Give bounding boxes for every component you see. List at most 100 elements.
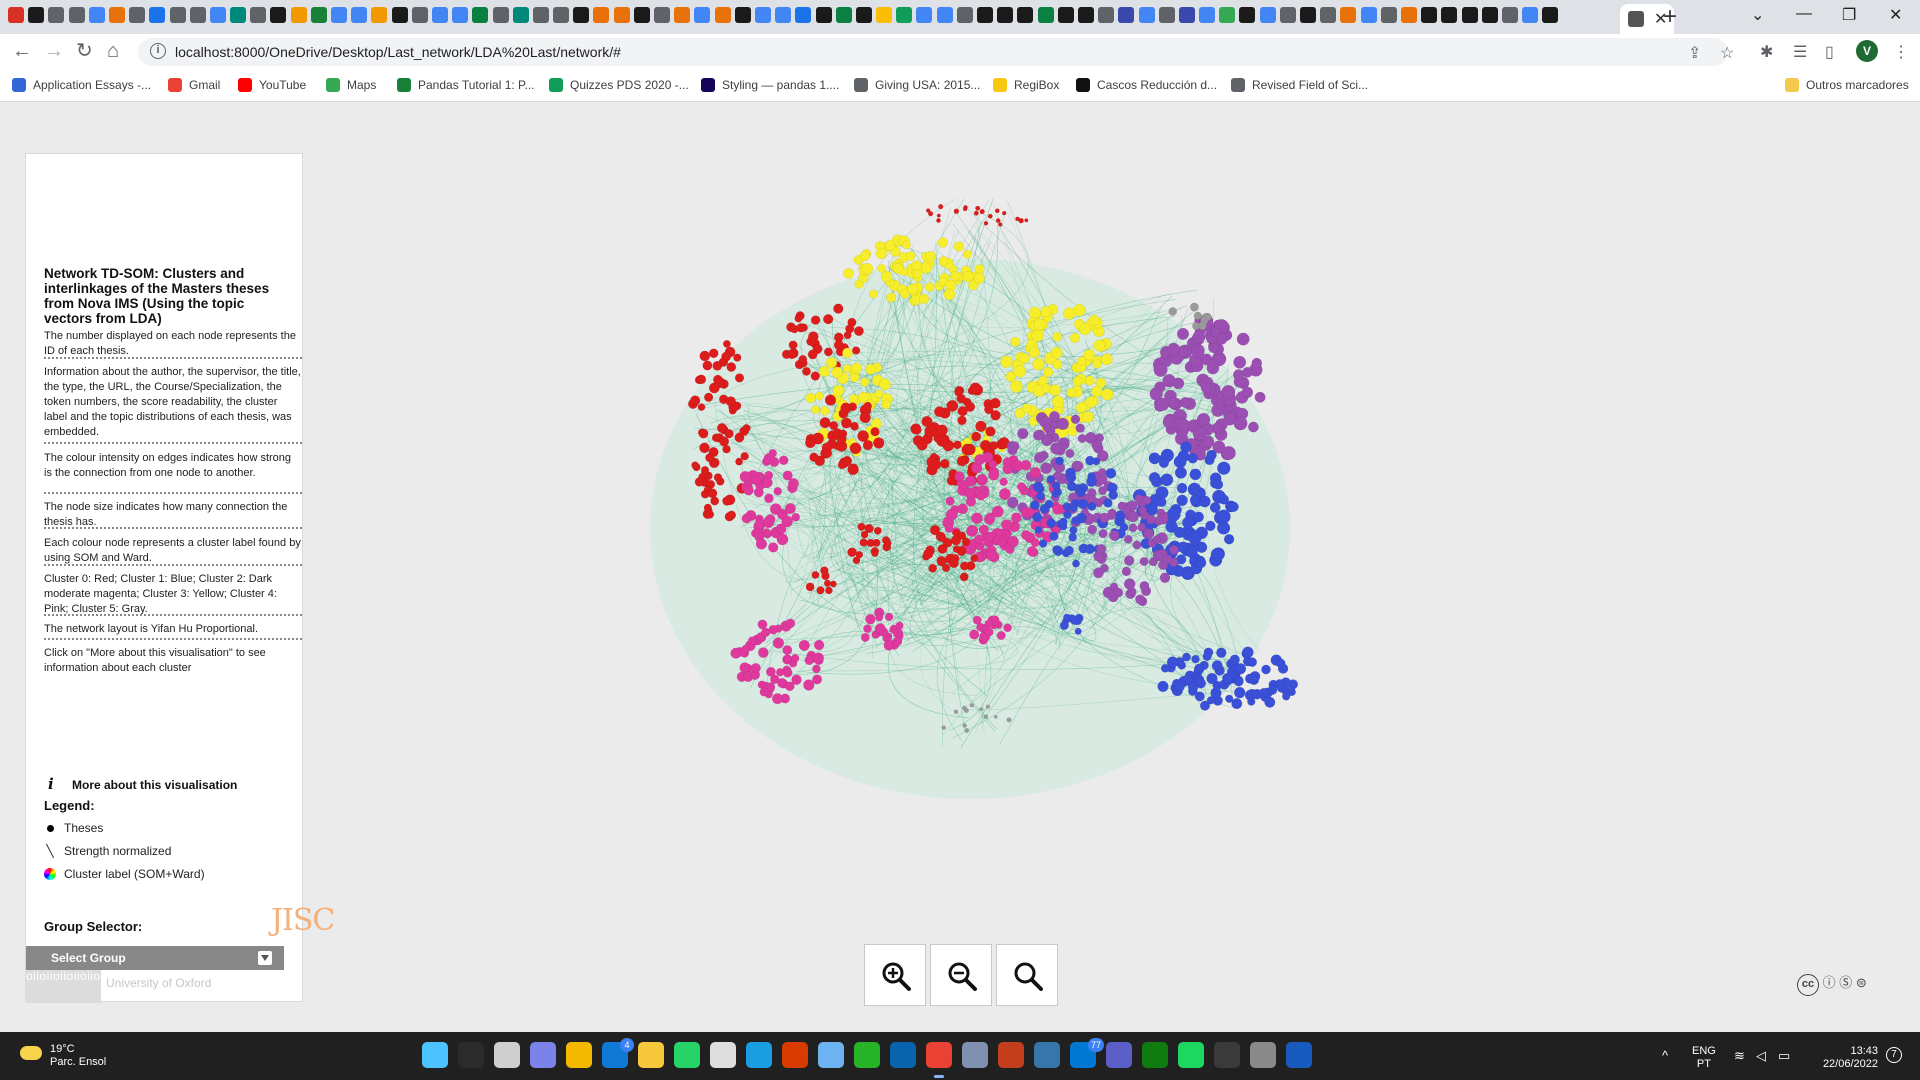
thesis-node[interactable]: [1242, 366, 1253, 378]
thesis-node[interactable]: [843, 268, 854, 279]
thesis-node[interactable]: [1200, 353, 1213, 366]
thesis-node[interactable]: [1182, 568, 1193, 579]
thesis-node[interactable]: [823, 347, 833, 357]
thesis-node[interactable]: [978, 524, 989, 535]
thesis-node[interactable]: [1092, 359, 1102, 369]
tab-favicon-icon[interactable]: [48, 7, 65, 23]
thesis-node[interactable]: [943, 288, 956, 301]
thesis-node[interactable]: [1046, 475, 1055, 484]
thesis-node[interactable]: [1175, 681, 1185, 692]
r-lang-icon[interactable]: [962, 1042, 988, 1068]
thesis-node[interactable]: [691, 461, 699, 470]
thesis-node[interactable]: [1229, 654, 1240, 665]
thesis-node[interactable]: [1209, 502, 1221, 513]
bookmark-pandas-tutorial[interactable]: Pandas Tutorial 1: P...: [397, 78, 535, 92]
tab-favicon-icon[interactable]: [1441, 7, 1458, 23]
thesis-node[interactable]: [741, 644, 751, 654]
tab-favicon-icon[interactable]: [512, 7, 529, 23]
tab-favicon-icon[interactable]: [1400, 7, 1417, 23]
thesis-node[interactable]: [1013, 365, 1026, 378]
thesis-node[interactable]: [819, 417, 831, 429]
thesis-node[interactable]: [1124, 578, 1136, 590]
tab-favicon-icon[interactable]: [1461, 7, 1478, 23]
thesis-node[interactable]: [1174, 466, 1187, 479]
thesis-node[interactable]: [1177, 660, 1187, 670]
home-icon[interactable]: ⌂: [107, 41, 119, 61]
thesis-node[interactable]: [883, 640, 894, 651]
thesis-node[interactable]: [1028, 346, 1040, 359]
thesis-node[interactable]: [953, 709, 959, 714]
tab-favicon-icon[interactable]: [149, 7, 166, 23]
thesis-node[interactable]: [1128, 523, 1138, 533]
gephi-icon[interactable]: [1250, 1042, 1276, 1068]
thesis-node[interactable]: [1063, 510, 1072, 519]
thesis-node[interactable]: [925, 282, 935, 292]
thesis-node[interactable]: [984, 627, 994, 637]
thesis-node[interactable]: [875, 613, 884, 622]
thesis-node[interactable]: [1160, 473, 1174, 487]
thesis-node[interactable]: [1033, 430, 1044, 441]
tray-overflow-icon[interactable]: ^: [1662, 1048, 1668, 1063]
bookmark-quizzes[interactable]: Quizzes PDS 2020 -...: [549, 78, 689, 92]
thesis-node[interactable]: [1138, 506, 1148, 516]
thesis-node[interactable]: [840, 417, 852, 429]
thesis-node[interactable]: [1084, 543, 1095, 555]
thesis-node[interactable]: [1200, 700, 1211, 711]
tab-favicon-icon[interactable]: [169, 7, 186, 23]
thesis-node[interactable]: [1069, 332, 1081, 344]
thesis-node[interactable]: [1109, 582, 1119, 592]
thesis-node[interactable]: [1248, 421, 1259, 433]
thesis-node[interactable]: [755, 538, 768, 550]
thesis-node[interactable]: [1032, 481, 1044, 493]
thesis-node[interactable]: [790, 654, 800, 663]
tab-favicon-icon[interactable]: [795, 7, 812, 23]
thesis-node[interactable]: [1157, 680, 1169, 693]
tab-favicon-icon[interactable]: [1259, 7, 1276, 23]
reload-icon[interactable]: ↻: [76, 41, 93, 61]
powerpoint-icon[interactable]: [998, 1042, 1024, 1068]
thesis-node[interactable]: [1152, 535, 1162, 544]
thesis-node[interactable]: [863, 624, 872, 634]
thesis-node[interactable]: [838, 429, 848, 438]
thesis-node[interactable]: [790, 324, 799, 334]
thesis-node[interactable]: [1202, 652, 1212, 662]
thesis-node[interactable]: [1177, 541, 1189, 553]
thesis-node[interactable]: [1091, 439, 1103, 451]
thesis-node[interactable]: [1274, 679, 1286, 690]
thesis-node[interactable]: [697, 403, 706, 411]
thesis-node[interactable]: [809, 452, 819, 462]
thesis-node[interactable]: [798, 354, 808, 364]
thesis-node[interactable]: [956, 455, 968, 467]
tab-favicon-icon[interactable]: [573, 7, 590, 23]
windows-start-icon[interactable]: [422, 1042, 448, 1068]
thesis-node[interactable]: [970, 554, 979, 563]
thesis-node[interactable]: [1063, 613, 1071, 622]
thesis-node[interactable]: [1211, 660, 1223, 672]
tab-favicon-icon[interactable]: [209, 7, 226, 23]
thesis-node[interactable]: [988, 459, 997, 469]
tab-favicon-icon[interactable]: [1360, 7, 1377, 23]
thesis-node[interactable]: [853, 326, 864, 337]
tab-favicon-icon[interactable]: [1219, 7, 1236, 23]
thesis-node[interactable]: [723, 339, 731, 348]
site-info-icon[interactable]: i: [150, 43, 166, 59]
thesis-node[interactable]: [969, 703, 975, 708]
forward-icon[interactable]: →: [44, 41, 64, 61]
thesis-node[interactable]: [976, 474, 986, 484]
thesis-node[interactable]: [1216, 647, 1227, 658]
tab-favicon-icon[interactable]: [896, 7, 913, 23]
thesis-node[interactable]: [1148, 452, 1161, 465]
reading-list-icon[interactable]: ☰: [1793, 42, 1807, 62]
thesis-node[interactable]: [979, 707, 983, 712]
thesis-node[interactable]: [974, 534, 984, 544]
thesis-node[interactable]: [1072, 559, 1080, 568]
thesis-node[interactable]: [783, 654, 792, 664]
thesis-node[interactable]: [757, 647, 769, 658]
thesis-node[interactable]: [1173, 455, 1187, 469]
thesis-node[interactable]: [1034, 526, 1043, 534]
tab-favicon-icon[interactable]: [1501, 7, 1518, 23]
thesis-node[interactable]: [975, 420, 987, 432]
tab-favicon-icon[interactable]: [492, 7, 509, 23]
thesis-node[interactable]: [742, 424, 751, 433]
thesis-node[interactable]: [1002, 529, 1011, 539]
